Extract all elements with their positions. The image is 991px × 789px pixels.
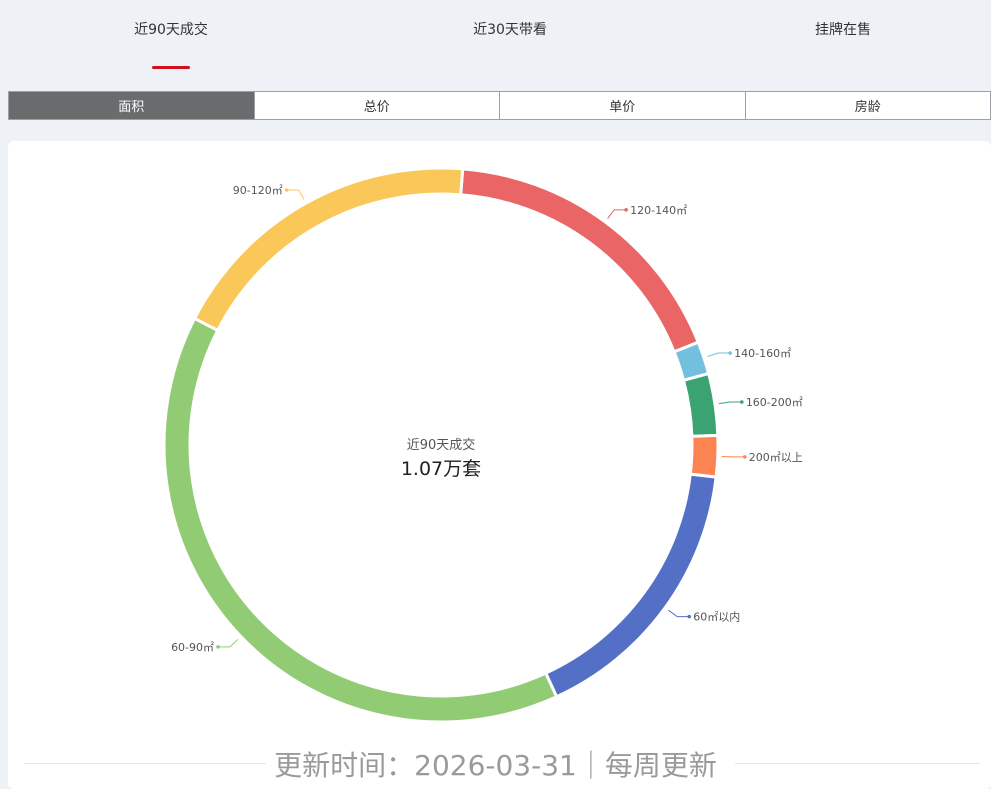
slice-label: 90-120㎡ xyxy=(233,184,283,197)
donut-slice[interactable] xyxy=(681,371,720,438)
slice-label: 140-160㎡ xyxy=(734,347,791,360)
donut-slice[interactable] xyxy=(688,433,720,479)
slice-label-leader xyxy=(218,638,239,648)
donut-slice[interactable] xyxy=(162,316,559,724)
slice-label-dot xyxy=(740,400,744,404)
donut-slice[interactable] xyxy=(543,472,718,699)
slice-label-dot xyxy=(216,645,220,649)
update-time-footer: 更新时间：2026-03-31｜每周更新 xyxy=(0,744,991,784)
slice-label-leader xyxy=(668,609,690,618)
slice-label: 200㎡以上 xyxy=(749,451,803,464)
slice-label: 160-200㎡ xyxy=(746,396,803,409)
slice-label: 60㎡以内 xyxy=(693,610,740,624)
update-time-text: 更新时间：2026-03-31｜每周更新 xyxy=(266,749,725,782)
donut-slice[interactable] xyxy=(459,167,701,354)
donut-center-subtitle: 近90天成交 xyxy=(406,438,476,453)
slice-label-dot xyxy=(687,614,692,619)
slice-label-leader xyxy=(718,401,742,405)
slice-label-dot xyxy=(742,455,747,459)
donut-center-value: 1.07万套 xyxy=(400,458,482,480)
slice-label-leader xyxy=(707,352,731,357)
slice-label: 120-140㎡ xyxy=(630,204,687,217)
slice-label-dot xyxy=(728,351,732,355)
slice-label-leader xyxy=(607,209,627,220)
slice-label-dot xyxy=(284,188,289,192)
slice-label-leader xyxy=(286,189,305,200)
slice-label-dot xyxy=(624,208,628,212)
slice-label: 60-90㎡ xyxy=(171,641,214,654)
area-distribution-donut-chart: 120-140㎡ 140-160㎡ 160-200㎡ 200㎡以上 60㎡以内 60-90… xyxy=(162,166,803,724)
